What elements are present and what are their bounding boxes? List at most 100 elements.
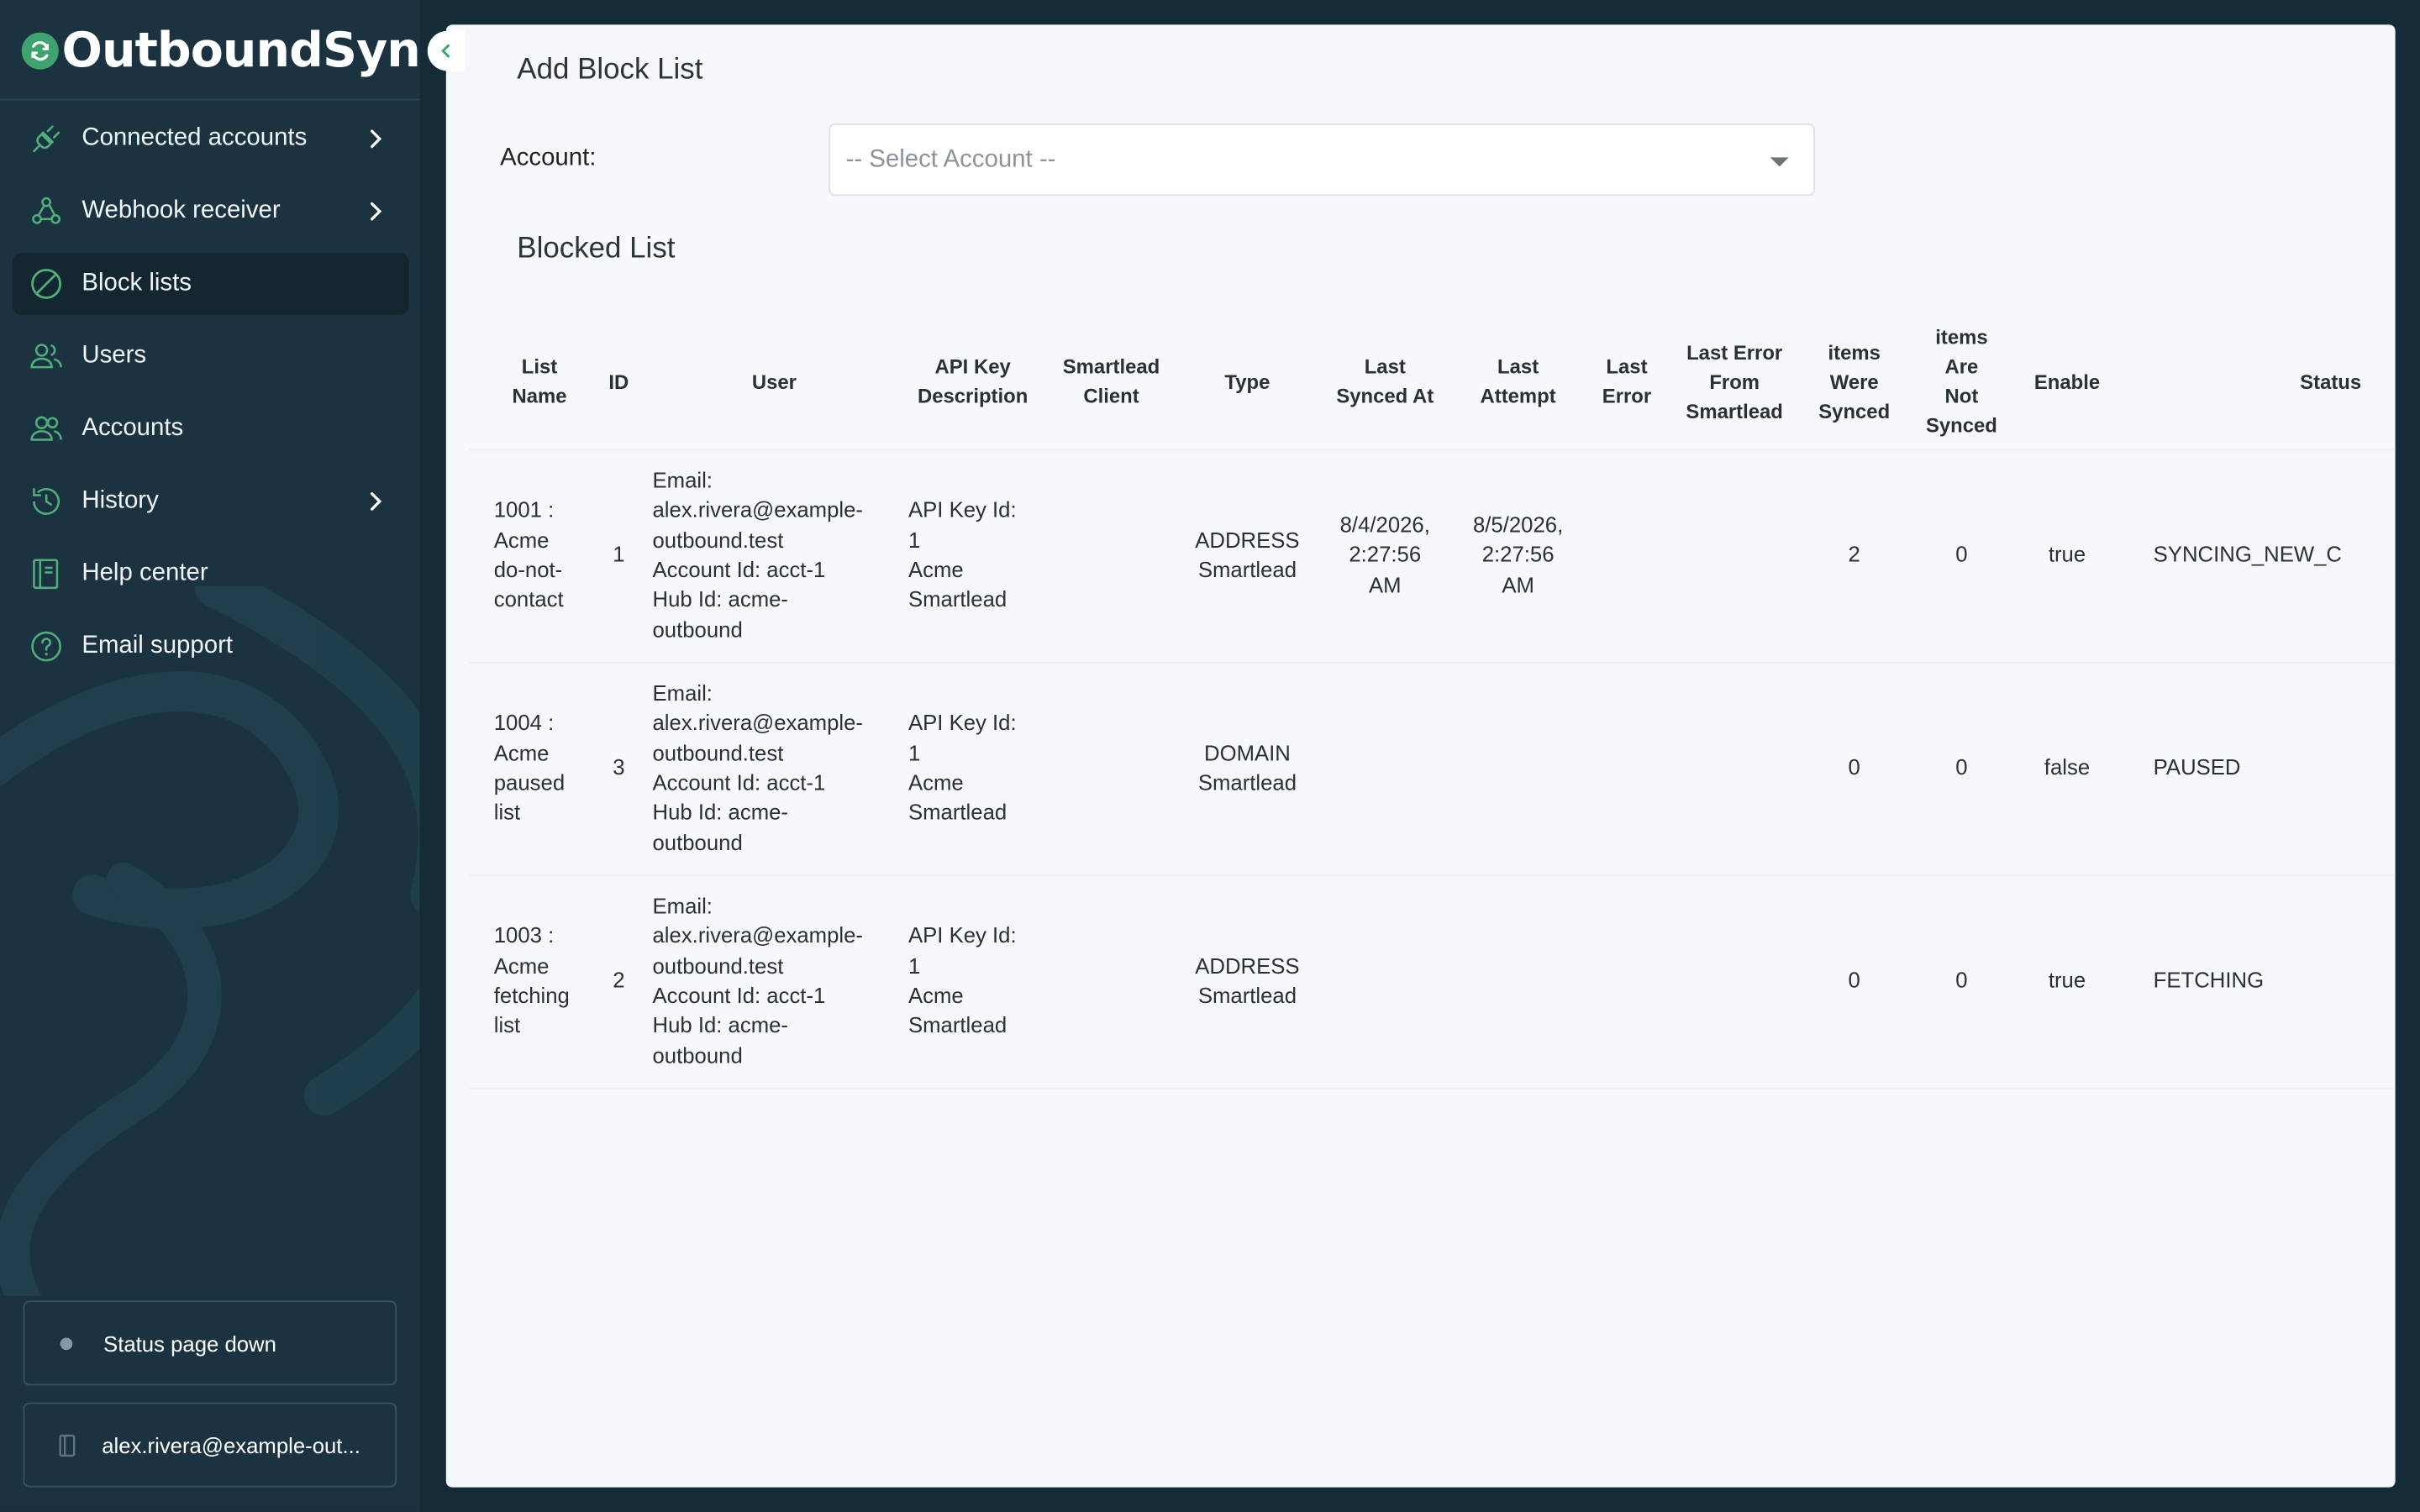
webhook-icon [28,193,65,230]
sidebar-item-support[interactable]: Email support [13,616,409,677]
cell-list-name: 1001 : Acme do-not-contact [469,449,592,663]
account-select-placeholder: -- Select Account -- [845,145,1056,172]
logout-icon [59,1433,76,1457]
cell-status: PAUSED [2122,661,2396,876]
sidebar-item-help[interactable]: Help center [13,543,409,605]
cell-type: ADDRESS Smartlead [1179,874,1316,1089]
cell-last-error [1581,874,1672,1089]
sidebar-item-label: Help center [82,559,208,586]
accounts-icon [28,411,65,448]
table-row[interactable]: 1004 : Acme paused list 3 Email: alex.rivera@e… [469,661,2396,876]
cell-enable: false [2012,661,2123,876]
cell-items-are-not-synced: 0 [1911,874,2012,1089]
sidebar: OutboundSync Connected accounts Webhook r… [0,0,420,1512]
cell-last-error [1581,661,1672,876]
cell-last-synced-at [1315,661,1455,876]
cell-user: Email: alex.rivera@example-outbound.test A… [646,449,902,663]
cell-items-are-not-synced: 0 [1911,449,2012,663]
cell-items-were-synced: 0 [1797,874,1912,1089]
sidebar-item-label: Email support [82,633,234,659]
column-header-last-error: Last Error [1581,314,1672,450]
account-select[interactable]: -- Select Account -- [829,123,1815,197]
table-row[interactable]: 1003 : Acme fetching list 2 Email: alex.rivera… [469,874,2396,1089]
sync-logo-icon [21,32,59,70]
column-header-status: Status [2122,314,2396,450]
history-icon [28,483,65,520]
sidebar-item-users[interactable]: Users [13,326,409,387]
table-header-row: List Name ID User API Key Description Smartlea… [469,314,2396,450]
sidebar-item-connected[interactable]: Connected accounts [13,108,409,170]
cell-api-key-description: API Key Id: 1 Acme Smartlead [902,449,1044,663]
cell-items-are-not-synced: 0 [1911,661,2012,876]
cell-status: SYNCING_NEW_C [2122,449,2396,663]
brand[interactable]: OutboundSync [21,22,420,81]
chevron-right-icon[interactable] [363,199,387,223]
cell-last-attempt [1455,661,1582,876]
cell-type: DOMAIN Smartlead [1179,661,1316,876]
table-row[interactable]: 1001 : Acme do-not-contact 1 Email: alex.rive… [469,449,2396,663]
chevron-right-icon[interactable] [363,489,387,513]
cell-api-key-description: API Key Id: 1 Acme Smartlead [902,874,1044,1089]
sidebar-item-label: Webhook receiver [82,197,281,224]
status-text: Status page down [103,1331,276,1356]
cell-last-error-from-smartlead [1671,449,1797,663]
sidebar-item-blocklists[interactable]: Block lists [12,253,409,315]
brand-name: OutboundSync [61,23,420,79]
question-icon [28,628,65,665]
column-header-last-error-from-smartlead: Last Error From Smartlead [1671,314,1797,450]
block-icon [28,265,65,302]
cell-status: FETCHING [2122,874,2396,1089]
cell-last-error-from-smartlead [1671,661,1797,876]
users-icon [28,338,65,375]
cell-id: 1 [591,449,647,663]
column-header-items-were-synced: items Were Synced [1797,314,1912,450]
sidebar-item-history[interactable]: History [13,470,409,532]
column-header-smartlead-client: Smartlead Client [1043,314,1180,450]
user-email: alex.rivera@example-out... [102,1432,360,1457]
cell-enable: true [2012,874,2123,1089]
sidebar-item-label: Block lists [82,270,192,297]
sidebar-item-label: History [82,487,159,514]
cell-id: 3 [591,661,647,876]
cell-enable: true [2012,449,2123,663]
cell-items-were-synced: 0 [1797,661,1912,876]
cell-user: Email: alex.rivera@example-outbound.test A… [646,661,902,876]
table-body: 1001 : Acme do-not-contact 1 Email: alex.rive… [469,449,2396,1089]
divider [0,98,420,101]
cell-last-synced-at [1315,874,1455,1089]
cell-items-were-synced: 2 [1797,449,1912,663]
user-menu[interactable]: alex.rivera@example-out... [23,1402,397,1488]
cell-type: ADDRESS Smartlead [1179,449,1316,663]
column-header-list-name: List Name [469,314,592,450]
sidebar-item-accounts[interactable]: Accounts [13,398,409,459]
cell-smartlead-client [1043,874,1180,1089]
cell-last-synced-at: 8/4/2026, 2:27:56 AM [1315,449,1455,663]
blocked-list-table: List Name ID User API Key Description Smartlea… [469,314,2396,1089]
sidebar-item-webhook[interactable]: Webhook receiver [13,181,409,242]
main-panel: Add Block List Account: -- Select Accoun… [445,24,2396,1488]
plug-icon [28,120,65,157]
account-label: Account: [500,144,597,171]
table-title: Blocked List [517,233,676,265]
cell-smartlead-client [1043,661,1180,876]
cell-smartlead-client [1043,449,1180,663]
collapse-sidebar-button[interactable] [427,30,465,71]
cell-last-attempt: 8/5/2026, 2:27:56 AM [1455,449,1582,663]
column-header-last-synced-at: Last Synced At [1315,314,1455,450]
cell-id: 2 [591,874,647,1089]
cell-list-name: 1003 : Acme fetching list [469,874,592,1089]
status-page-indicator[interactable]: Status page down [23,1300,397,1386]
column-header-type: Type [1179,314,1316,450]
cell-last-attempt [1455,874,1582,1089]
column-header-api-key-description: API Key Description [902,314,1044,450]
book-icon [28,555,65,592]
sidebar-nav: Connected accounts Webhook receiver Block … [12,108,409,689]
caret-down-icon [1770,157,1789,167]
column-header-enable: Enable [2012,314,2123,450]
cell-user: Email: alex.rivera@example-outbound.test A… [646,874,902,1089]
status-dot-icon [60,1336,73,1350]
background-decoration [0,585,420,1296]
page-title: Add Block List [517,54,703,87]
chevron-right-icon[interactable] [363,127,387,151]
column-header-last-attempt: Last Attempt [1455,314,1582,450]
